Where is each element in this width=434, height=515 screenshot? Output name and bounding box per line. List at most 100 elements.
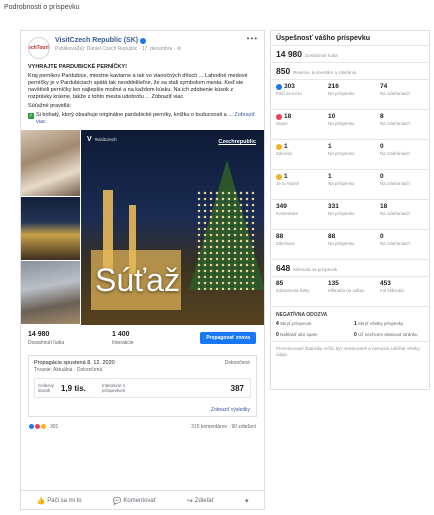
engagement-label: Reakcie, komentáre a zdieľania	[293, 70, 357, 75]
shares-on-post: 88	[328, 233, 336, 240]
boost-again-button[interactable]: Propagovať znova	[200, 332, 256, 344]
love-on-shares-label: Na zdieľaniach	[380, 121, 410, 126]
brand-watermark: Czechrepublic	[218, 139, 256, 145]
more-options-icon[interactable]: •••	[247, 34, 258, 43]
contest-overlay-text: Súťaž	[95, 262, 180, 298]
shares-row: 88 Zdieľania 88 Na príspevku 0 Na zdieľania…	[271, 230, 429, 260]
post-body-text: Kraj pernikov Pardubice, miestne kaviarn…	[28, 73, 248, 100]
like-on-shares-label: Na zdieľaniach	[380, 91, 410, 96]
care-icon	[276, 143, 282, 150]
like-button[interactable]: 👍 Páči sa mi to	[37, 497, 82, 505]
comment-label: Komentovať	[123, 498, 156, 504]
page-title: Podrobnosti o príspevku	[4, 4, 80, 11]
reaction-row-love: 18 Super 10 Na príspevku 8 Na zdieľaniach	[271, 110, 429, 140]
haha-on-post-label: Na príspevku	[328, 181, 355, 186]
post-card: CzechTourism VisitCzech Republic (SK) Pu…	[20, 30, 265, 510]
checkmark-icon: ✓	[28, 113, 34, 119]
stat-reach: 14 980 Dosiahnutí ľudia	[28, 331, 112, 346]
care-on-post-label: Na príspevku	[328, 151, 355, 156]
comments-total-label: Komentáre	[276, 211, 299, 216]
care-on-post: 1	[328, 143, 332, 150]
promotion-box: Propagácia spustená 8. 12. 2020 Trvanie:…	[28, 355, 257, 417]
negative-feedback-title: NEGATÍVNA ODOZVA	[276, 312, 328, 318]
love-on-post-label: Na príspevku	[328, 121, 355, 126]
audience-dropdown[interactable]: ▾	[245, 497, 249, 505]
rules-label: Súťažné pravidlá:	[28, 103, 72, 109]
tree-lights	[196, 190, 256, 290]
reaction-row-like: 303 Páči sa mi to 216 Na príspevku 74 Na zd…	[271, 80, 429, 110]
love-total: 18	[284, 113, 292, 120]
reaction-row-haha: 1 Je to vtipné 1 Na príspevku 0 Na zdieľani…	[271, 170, 429, 200]
shares-total-label: Zdieľania	[276, 241, 295, 246]
promotion-title: Propagácia spustená 8. 12. 2020	[34, 360, 115, 366]
reaction-count[interactable]: 301	[50, 424, 58, 430]
share-button[interactable]: ↪ Zdieľať	[187, 497, 214, 505]
photo-views-value: 85	[276, 280, 284, 287]
hide-all-value: 1	[354, 321, 357, 327]
stat-engagement-label: Interakcie	[112, 340, 134, 346]
clicks-label: Kliknutia na príspevok	[293, 267, 338, 272]
negative-feedback-grid: 4 Skryť príspevok 1 Skryť všetky príspev…	[271, 321, 429, 341]
share-icon: ↪	[187, 498, 193, 505]
metric-engagement-value: 387	[230, 383, 244, 393]
photo-views-label: Zobrazenia fotky	[276, 288, 310, 293]
performance-title: Úspešnosť vášho príspevku	[271, 31, 429, 46]
shares-on-shares: 0	[380, 233, 384, 240]
link-clicks-label: Kliknutia na odkaz	[328, 288, 365, 293]
haha-reaction-icon[interactable]	[40, 423, 47, 430]
post-media-grid[interactable]: V #visitczech Czechrepublic Súťaž	[21, 130, 264, 325]
care-total-label: Zdvorilo	[276, 151, 293, 156]
comments-on-post: 331	[328, 203, 339, 210]
reaction-row-care: 1 Zdvorilo 1 Na príspevku 0 Na zdieľaniach	[271, 140, 429, 170]
engagement-value: 850	[276, 66, 291, 76]
clicks-value: 648	[276, 263, 291, 273]
comments-total: 349	[276, 203, 287, 210]
care-total: 1	[284, 143, 288, 150]
report-spam-value: 0	[276, 332, 279, 338]
promotion-subtitle: Trvanie: Aktuálna · Dokončená	[34, 367, 103, 373]
report-spam-stat: 0 Nahlásiť ako spam	[276, 332, 354, 338]
like-label: Páči sa mi to	[47, 498, 82, 504]
care-on-shares: 0	[380, 143, 384, 150]
logo-sub: #visitczech	[94, 137, 117, 142]
love-on-shares: 8	[380, 113, 384, 120]
verified-badge-icon	[140, 37, 147, 44]
promotion-status: Dokončené	[224, 360, 250, 366]
market-photo[interactable]	[21, 261, 81, 325]
comments-on-shares: 18	[380, 203, 388, 210]
logo-mark: V	[87, 136, 92, 143]
chevron-down-icon: ▾	[244, 498, 249, 505]
gingerbread-photo[interactable]	[21, 130, 81, 197]
love-total-label: Super	[276, 121, 289, 126]
click-breakdown-row: 85 Zobrazenia fotky 135 Kliknutia na odkaz…	[271, 277, 429, 307]
page-name-link[interactable]: VisitCzech Republic (SK)	[55, 37, 181, 44]
clicks-row: 648 Kliknutia na príspevok	[271, 260, 429, 277]
shares-on-shares-label: Na zdieľaniach	[380, 241, 410, 246]
square-night-photo[interactable]	[21, 197, 81, 261]
love-icon	[276, 113, 282, 120]
stat-engagement-value: 1 400	[112, 331, 130, 338]
post-text: VYHRAJTE PARDUBICKÉ PERNÍČKY! Kraj perni…	[21, 62, 264, 126]
page-name-text: VisitCzech Republic (SK)	[55, 37, 139, 44]
hide-post-value: 4	[276, 321, 279, 327]
comment-icon: 💬	[112, 498, 122, 505]
comment-button[interactable]: 💬 Komentovať	[113, 497, 156, 505]
view-results-link[interactable]: Zobraziť výsledky	[211, 407, 250, 413]
hide-all-label: Skryť všetky príspevky	[358, 321, 404, 326]
reach-row: 14 980 Dosiahnutí ľudia	[271, 46, 429, 63]
reach-value: 14 980	[276, 49, 302, 59]
performance-panel: Úspešnosť vášho príspevku 14 980 Dosiahn…	[270, 30, 430, 390]
page-avatar[interactable]: CzechTourism	[28, 37, 50, 59]
love-on-post: 10	[328, 113, 336, 120]
reach-label: Dosiahnutí ľudia	[305, 53, 338, 58]
promotion-metrics: Celkový dosah 1,9 tis. Interakcie s prís…	[34, 378, 251, 398]
unlike-page-stat: 0 Už nechcem sledovať stránku	[354, 332, 432, 338]
haha-on-shares: 0	[380, 173, 384, 180]
comments-shares-count[interactable]: 315 komentárov · 90 zdieľaní	[191, 424, 256, 430]
other-clicks-value: 453	[380, 280, 391, 287]
main-photo[interactable]: V #visitczech Czechrepublic Súťaž	[81, 130, 264, 325]
haha-total-label: Je to vtipné	[276, 181, 300, 186]
like-on-post: 216	[328, 83, 339, 90]
shares-total: 88	[276, 233, 284, 240]
metric-reach-value: 1,9 tis.	[61, 383, 86, 393]
